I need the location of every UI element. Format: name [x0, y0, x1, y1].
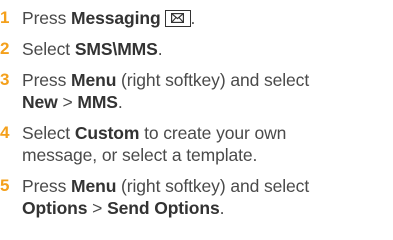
step-text-part: (right softkey) and select	[116, 70, 310, 90]
envelope-icon	[164, 10, 191, 27]
options-label: Options	[22, 198, 88, 218]
new-label: New	[22, 92, 58, 112]
step-text: Select SMS\MMS.	[22, 38, 387, 60]
step-text-part: message, or select a template.	[22, 145, 258, 165]
step-text: Select Custom to create your own message,…	[22, 122, 387, 166]
custom-label: Custom	[74, 123, 140, 143]
step-text-part: (right softkey) and select	[116, 176, 310, 196]
step-text-part: Press	[22, 70, 71, 90]
step-text-part: to create your own	[139, 123, 287, 143]
step-number: 1	[0, 8, 10, 27]
step-text-part: .	[190, 8, 196, 28]
step-number: 4	[0, 123, 10, 142]
menu-label: Menu	[71, 70, 117, 90]
step-text-part: Press	[22, 8, 71, 28]
step-number: 5	[0, 176, 10, 195]
step-text-part: >	[87, 198, 108, 218]
mms-label: MMS	[77, 92, 118, 112]
step-text-part: Press	[22, 176, 71, 196]
menu-label: Menu	[71, 176, 117, 196]
step-text-part: .	[117, 92, 123, 112]
step-text: Press Messaging.	[22, 7, 387, 29]
step-text-part: .	[157, 39, 163, 59]
messaging-label: Messaging	[71, 8, 161, 28]
step-text: Press Menu (right softkey) and select Opt…	[22, 175, 387, 219]
send-options-label: Send Options	[107, 198, 220, 218]
step-text-part: Select	[22, 39, 75, 59]
step-number: 3	[0, 70, 10, 89]
instruction-steps: 1 Press Messaging. 2 Select SMS\MMS. 3 P…	[0, 0, 393, 240]
step-text: Press Menu (right softkey) and select New…	[22, 69, 387, 113]
sms-mms-label: SMS\MMS	[74, 39, 158, 59]
step-text-part: .	[219, 198, 225, 218]
step-text-part: Select	[22, 123, 75, 143]
step-number: 2	[0, 39, 10, 58]
step-text-part: >	[57, 92, 78, 112]
